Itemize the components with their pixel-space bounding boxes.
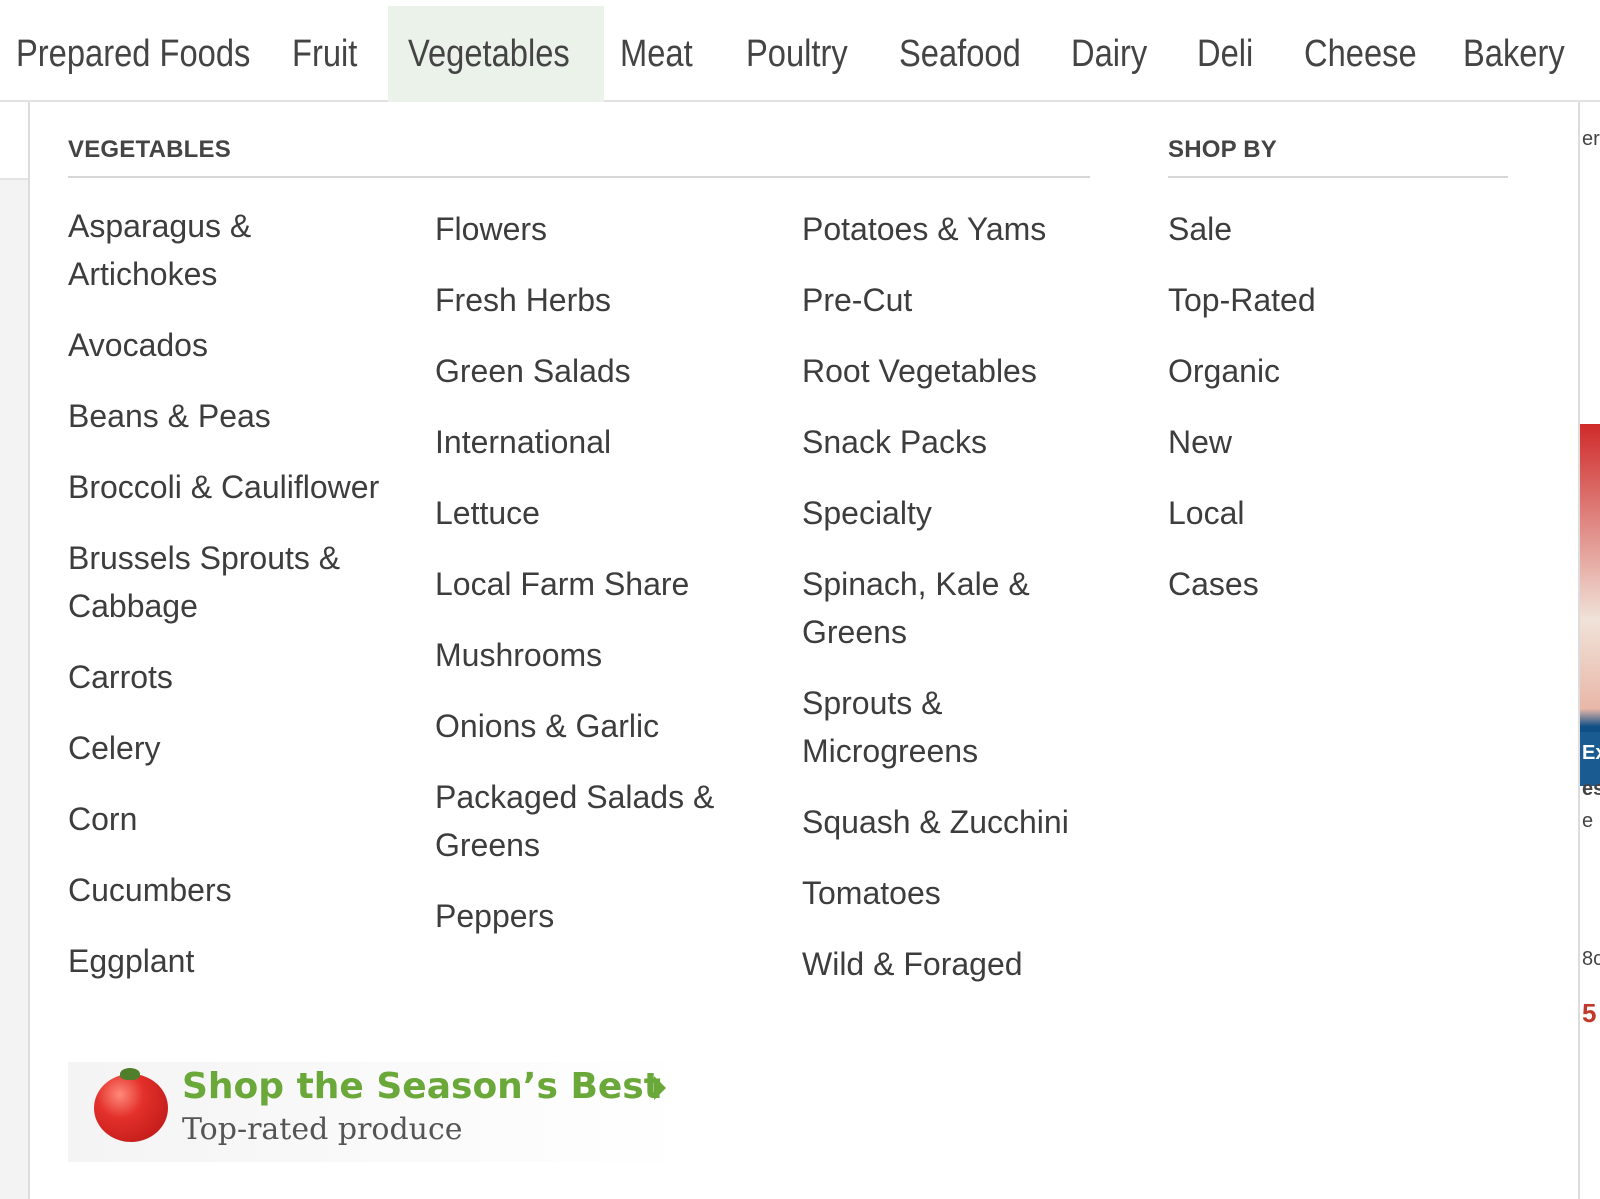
shop-by-link-organic[interactable]: Organic: [1168, 347, 1488, 395]
menu-link-beans-peas[interactable]: Beans & Peas: [68, 392, 388, 440]
nav-item-dairy[interactable]: Dairy: [1071, 6, 1147, 102]
edge-text: er: [1582, 128, 1600, 150]
menu-link-corn[interactable]: Corn: [68, 795, 388, 843]
menu-link-broccoli-cauliflower[interactable]: Broccoli & Cauliflower: [68, 463, 388, 511]
season-best-banner[interactable]: Shop the Season’s Best Top-rated produce: [68, 1062, 688, 1162]
menu-link-local-farm-share[interactable]: Local Farm Share: [435, 560, 755, 608]
background-page-edge: er Ex es e 8c 5: [1580, 102, 1600, 1199]
edge-text: 8c: [1582, 948, 1600, 970]
menu-link-packaged-salads-greens[interactable]: Packaged Salads & Greens: [435, 773, 755, 869]
shop-by-link-cases[interactable]: Cases: [1168, 560, 1488, 608]
banner-subtitle: Top-rated produce: [182, 1112, 463, 1147]
menu-link-potatoes-yams[interactable]: Potatoes & Yams: [802, 205, 1102, 253]
menu-link-fresh-herbs[interactable]: Fresh Herbs: [435, 276, 755, 324]
menu-link-specialty[interactable]: Specialty: [802, 489, 1102, 537]
menu-link-wild-foraged[interactable]: Wild & Foraged: [802, 940, 1102, 988]
shop-by-link-top-rated[interactable]: Top-Rated: [1168, 276, 1488, 324]
vegetables-column-2: Flowers Fresh Herbs Green Salads Interna…: [435, 205, 755, 963]
menu-link-green-salads[interactable]: Green Salads: [435, 347, 755, 395]
nav-item-vegetables[interactable]: Vegetables: [408, 6, 570, 102]
nav-item-deli[interactable]: Deli: [1197, 6, 1253, 102]
edge-price: 5: [1582, 998, 1597, 1028]
menu-link-cucumbers[interactable]: Cucumbers: [68, 866, 388, 914]
shop-by-link-local[interactable]: Local: [1168, 489, 1488, 537]
menu-link-squash-zucchini[interactable]: Squash & Zucchini: [802, 798, 1102, 846]
nav-item-meat[interactable]: Meat: [620, 6, 693, 102]
vegetables-section-title: VEGETABLES: [68, 136, 231, 163]
nav-item-seafood[interactable]: Seafood: [899, 6, 1021, 102]
menu-link-celery[interactable]: Celery: [68, 724, 388, 772]
banner-title: Shop the Season’s Best: [182, 1066, 661, 1107]
menu-link-eggplant[interactable]: Eggplant: [68, 937, 388, 985]
menu-link-flowers[interactable]: Flowers: [435, 205, 755, 253]
shop-by-column: Sale Top-Rated Organic New Local Cases: [1168, 205, 1488, 631]
tomato-stem-icon: [120, 1068, 140, 1080]
menu-link-international[interactable]: International: [435, 418, 755, 466]
menu-link-peppers[interactable]: Peppers: [435, 892, 755, 940]
section-divider: [68, 176, 1090, 178]
menu-link-pre-cut[interactable]: Pre-Cut: [802, 276, 1102, 324]
menu-link-onions-garlic[interactable]: Onions & Garlic: [435, 702, 755, 750]
category-nav-bar: Prepared Foods Fruit Vegetables Meat Pou…: [0, 0, 1600, 102]
menu-link-root-vegetables[interactable]: Root Vegetables: [802, 347, 1102, 395]
menu-link-carrots[interactable]: Carrots: [68, 653, 388, 701]
shop-by-section-title: SHOP BY: [1168, 136, 1277, 163]
nav-item-fruit[interactable]: Fruit: [292, 6, 357, 102]
edge-text: Ex: [1582, 742, 1600, 764]
section-divider: [1168, 176, 1508, 178]
nav-item-cheese[interactable]: Cheese: [1304, 6, 1417, 102]
chevron-right-icon: [654, 1076, 666, 1100]
nav-item-prepared-foods[interactable]: Prepared Foods: [16, 6, 250, 102]
vegetables-column-3: Potatoes & Yams Pre-Cut Root Vegetables …: [802, 205, 1102, 1011]
menu-link-brussels-sprouts-cabbage[interactable]: Brussels Sprouts & Cabbage: [68, 534, 388, 630]
menu-link-snack-packs[interactable]: Snack Packs: [802, 418, 1102, 466]
background-product-image: [1580, 424, 1600, 780]
menu-link-tomatoes[interactable]: Tomatoes: [802, 869, 1102, 917]
menu-link-sprouts-microgreens[interactable]: Sprouts & Microgreens: [802, 679, 1102, 775]
menu-link-asparagus-artichokes[interactable]: Asparagus & Artichokes: [68, 202, 388, 298]
shop-by-link-new[interactable]: New: [1168, 418, 1488, 466]
menu-link-mushrooms[interactable]: Mushrooms: [435, 631, 755, 679]
nav-item-poultry[interactable]: Poultry: [746, 6, 848, 102]
edge-text: e: [1582, 810, 1594, 832]
vegetables-column-1: Asparagus & Artichokes Avocados Beans & …: [68, 202, 388, 1008]
menu-link-lettuce[interactable]: Lettuce: [435, 489, 755, 537]
menu-link-avocados[interactable]: Avocados: [68, 321, 388, 369]
menu-link-spinach-kale-greens[interactable]: Spinach, Kale & Greens: [802, 560, 1102, 656]
tomato-icon: [94, 1074, 168, 1142]
edge-text: es: [1582, 778, 1600, 800]
shop-by-link-sale[interactable]: Sale: [1168, 205, 1488, 253]
nav-item-bakery[interactable]: Bakery: [1463, 6, 1565, 102]
